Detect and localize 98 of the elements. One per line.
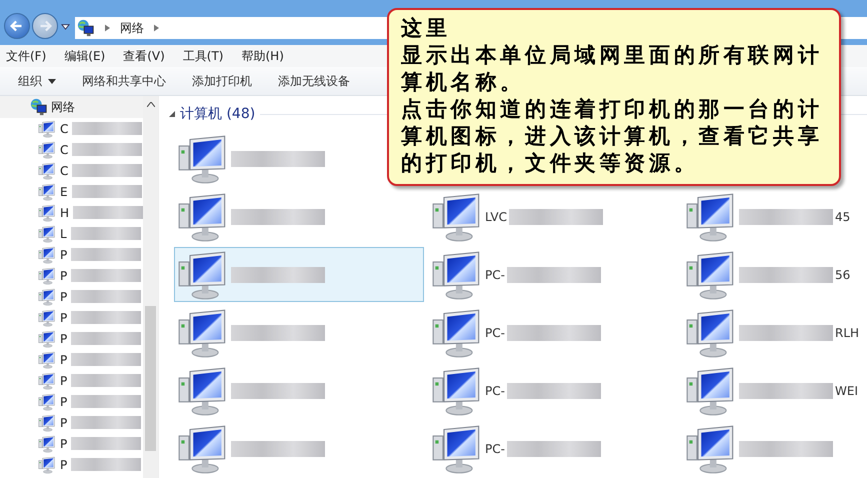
computer-tile[interactable]: PC-: [428, 305, 606, 360]
computer-name: PC-: [485, 384, 505, 398]
nav-label[interactable]: P: [60, 248, 68, 262]
computer-icon: [38, 434, 56, 452]
computer-tile[interactable]: RLH: [682, 305, 864, 360]
nav-item[interactable]: 网络: [0, 96, 143, 118]
blurred-name: [73, 206, 143, 219]
blurred-name: [71, 353, 142, 366]
toolbar-button[interactable]: 网络和共享中心: [74, 70, 174, 92]
computer-icon: [38, 350, 56, 368]
computer-tile[interactable]: PC-: [428, 421, 606, 476]
blurred-name: [71, 269, 142, 282]
nav-label[interactable]: P: [60, 436, 68, 450]
nav-label[interactable]: P: [60, 290, 68, 304]
nav-label[interactable]: C: [60, 164, 68, 178]
nav-label[interactable]: H: [60, 206, 70, 220]
computer-tile[interactable]: 56: [682, 247, 856, 302]
computer-tile[interactable]: PC-: [428, 363, 606, 418]
blurred-name: [71, 374, 142, 387]
computer-icon: [38, 330, 56, 348]
nav-label[interactable]: P: [60, 394, 68, 408]
chevron-right-icon[interactable]: [154, 24, 159, 32]
callout-text: 显示出本单位局域网里面的所有联网计算机名称。: [401, 41, 824, 95]
nav-label[interactable]: P: [60, 352, 68, 366]
computer-icon: [38, 182, 56, 200]
nav-label[interactable]: P: [60, 268, 68, 282]
computer-icon: [38, 120, 56, 138]
nav-label[interactable]: 网络: [51, 98, 75, 116]
network-icon: [30, 98, 48, 116]
blurred-name: [71, 290, 142, 303]
blurred-name: [71, 416, 142, 429]
computer-tile[interactable]: PC-: [428, 247, 606, 302]
computer-icon: [38, 392, 56, 410]
computer-name: PC-: [485, 442, 505, 456]
computer-tile[interactable]: LVC: [428, 189, 608, 244]
caret-icon: [48, 78, 56, 84]
nav-label[interactable]: L: [60, 226, 67, 240]
computer-tile[interactable]: 45: [682, 189, 856, 244]
menu-item[interactable]: 帮助(H): [242, 48, 284, 64]
computer-icon: [38, 140, 56, 158]
menu-item[interactable]: 文件(F): [6, 48, 46, 64]
computer-name: LVC: [485, 210, 507, 224]
computer-icon: [38, 224, 56, 242]
computer-icon: [38, 162, 56, 180]
computer-name: WEI: [835, 384, 858, 398]
menu-item[interactable]: 编辑(E): [64, 48, 106, 64]
network-icon: [77, 19, 95, 37]
computer-name: 56: [835, 268, 850, 282]
computer-icon: [38, 456, 56, 474]
forward-button[interactable]: [32, 13, 58, 39]
computer-tile[interactable]: WEI: [682, 363, 863, 418]
blurred-name: [72, 143, 142, 156]
callout-text: 这里: [401, 14, 452, 41]
blurred-name: [72, 185, 142, 198]
blurred-name: [71, 437, 142, 450]
callout-text: 点击你知道的连着打印机的那一台的计算机图标，进入该计算机，查看它共享的打印机，文件夹等资源。: [401, 95, 824, 176]
computer-icon: [38, 204, 56, 222]
nav-label[interactable]: P: [60, 416, 68, 430]
group-title: 计算机 (48): [180, 105, 256, 123]
blurred-name: [71, 395, 142, 408]
computer-icon: [38, 288, 56, 306]
computer-name: PC-: [485, 268, 505, 282]
computer-name: 45: [835, 210, 850, 224]
nav-label[interactable]: P: [60, 374, 68, 388]
computer-icon: [38, 414, 56, 432]
toolbar-button[interactable]: 组织: [10, 70, 64, 92]
blurred-name: [71, 332, 142, 345]
blurred-name: [71, 458, 142, 471]
caret-icon[interactable]: [61, 22, 70, 31]
computer-name: PC-: [485, 326, 505, 340]
nav-label[interactable]: C: [60, 142, 68, 156]
blurred-name: [70, 227, 141, 240]
computer-icon: [38, 308, 56, 326]
chevron-right-icon[interactable]: [105, 24, 110, 32]
nav-label[interactable]: P: [60, 332, 68, 346]
computer-icon: [38, 266, 56, 284]
blurred-name: [72, 122, 142, 135]
menu-item[interactable]: 查看(V): [123, 48, 165, 64]
chevron-up-icon[interactable]: [146, 102, 154, 107]
blurred-name: [71, 248, 142, 261]
blurred-name: [72, 164, 142, 177]
scrollbar-thumb[interactable]: [145, 306, 156, 451]
blurred-name: [71, 311, 142, 324]
nav-label[interactable]: E: [60, 184, 68, 198]
nav-label[interactable]: P: [60, 310, 68, 324]
computer-icon: [38, 372, 56, 390]
scrollbar[interactable]: [143, 96, 158, 478]
nav-label[interactable]: C: [60, 122, 68, 136]
address-path[interactable]: 网络: [120, 20, 144, 36]
back-button[interactable]: [4, 13, 30, 39]
toolbar-button[interactable]: 添加无线设备: [270, 70, 358, 92]
computer-name: RLH: [835, 326, 860, 340]
computer-tile[interactable]: [174, 247, 424, 302]
nav-label[interactable]: P: [60, 458, 68, 472]
collapse-triangle-icon[interactable]: [169, 111, 175, 117]
computer-icon: [38, 246, 56, 264]
menu-item[interactable]: 工具(T): [182, 48, 224, 64]
toolbar-button[interactable]: 添加打印机: [184, 70, 260, 92]
